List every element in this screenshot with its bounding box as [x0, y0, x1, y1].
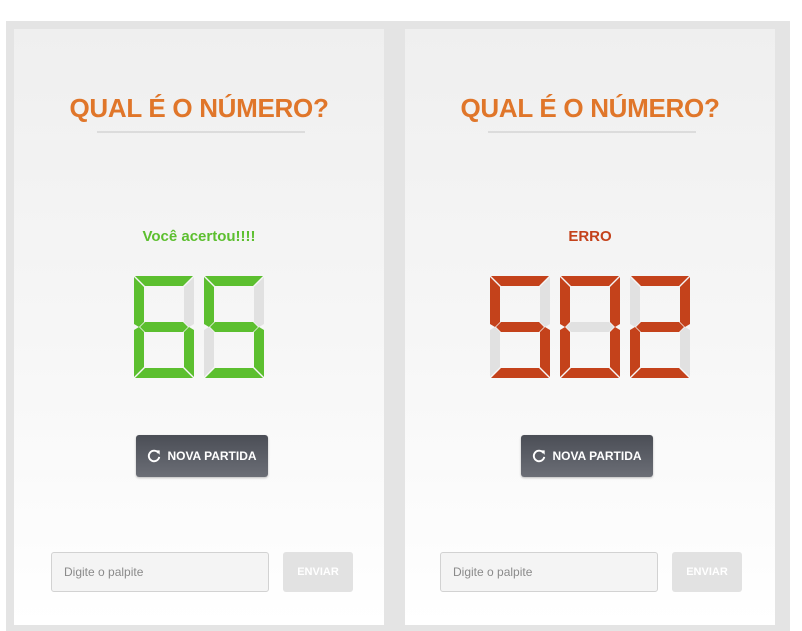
- new-game-button[interactable]: NOVA PARTIDA: [136, 435, 268, 477]
- display-digit: [204, 276, 264, 378]
- digit-segment: [135, 368, 193, 378]
- new-game-label: NOVA PARTIDA: [167, 449, 257, 463]
- digit-segment: [184, 277, 194, 327]
- digit-segment: [680, 327, 690, 377]
- status-message: ERRO: [568, 228, 612, 245]
- title-divider: [488, 131, 696, 133]
- digit-segment: [630, 277, 640, 327]
- send-button[interactable]: ENVIAR: [283, 552, 353, 592]
- digit-segment: [610, 277, 620, 327]
- digit-segment: [630, 327, 640, 377]
- digit-segment: [490, 277, 500, 327]
- new-game-label: NOVA PARTIDA: [552, 449, 642, 463]
- digit-segment: [561, 276, 619, 286]
- refresh-icon: [532, 449, 546, 463]
- led-display: [14, 275, 384, 379]
- display-digit: [630, 276, 690, 378]
- digit-segment: [540, 327, 550, 377]
- digit-segment: [134, 327, 144, 377]
- digit-segment: [140, 322, 188, 332]
- guess-input[interactable]: [440, 552, 658, 592]
- digit-segment: [205, 276, 263, 286]
- game-panel-error: QUAL É O NÚMERO? ERRO NOVA PARTIDA ENVIA…: [405, 29, 775, 625]
- digit-segment: [491, 276, 549, 286]
- digit-segment: [205, 368, 263, 378]
- digit-segment: [560, 327, 570, 377]
- digit-segment: [135, 276, 193, 286]
- page-title: QUAL É O NÚMERO?: [69, 93, 329, 123]
- game-panel-success: QUAL É O NÚMERO? Você acertou!!!! NOVA P…: [14, 29, 384, 625]
- display-digit: [560, 276, 620, 378]
- digit-segment: [631, 276, 689, 286]
- digit-segment: [636, 322, 684, 332]
- digit-segment: [134, 277, 144, 327]
- led-display: [405, 275, 775, 379]
- digit-segment: [491, 368, 549, 378]
- digit-segment: [184, 327, 194, 377]
- status-message: Você acertou!!!!: [142, 228, 256, 245]
- digit-segment: [490, 327, 500, 377]
- title-divider: [97, 131, 305, 133]
- digit-segment: [210, 322, 258, 332]
- digit-segment: [566, 322, 614, 332]
- digit-segment: [540, 277, 550, 327]
- refresh-icon: [147, 449, 161, 463]
- digit-segment: [631, 368, 689, 378]
- digit-segment: [204, 277, 214, 327]
- send-button[interactable]: ENVIAR: [672, 552, 742, 592]
- digit-segment: [560, 277, 570, 327]
- digit-segment: [496, 322, 544, 332]
- display-digit: [490, 276, 550, 378]
- digit-segment: [561, 368, 619, 378]
- digit-segment: [204, 327, 214, 377]
- digit-segment: [254, 277, 264, 327]
- new-game-button[interactable]: NOVA PARTIDA: [521, 435, 653, 477]
- guess-input[interactable]: [51, 552, 269, 592]
- display-digit: [134, 276, 194, 378]
- digit-segment: [254, 327, 264, 377]
- digit-segment: [680, 277, 690, 327]
- page-title: QUAL É O NÚMERO?: [460, 93, 720, 123]
- digit-segment: [610, 327, 620, 377]
